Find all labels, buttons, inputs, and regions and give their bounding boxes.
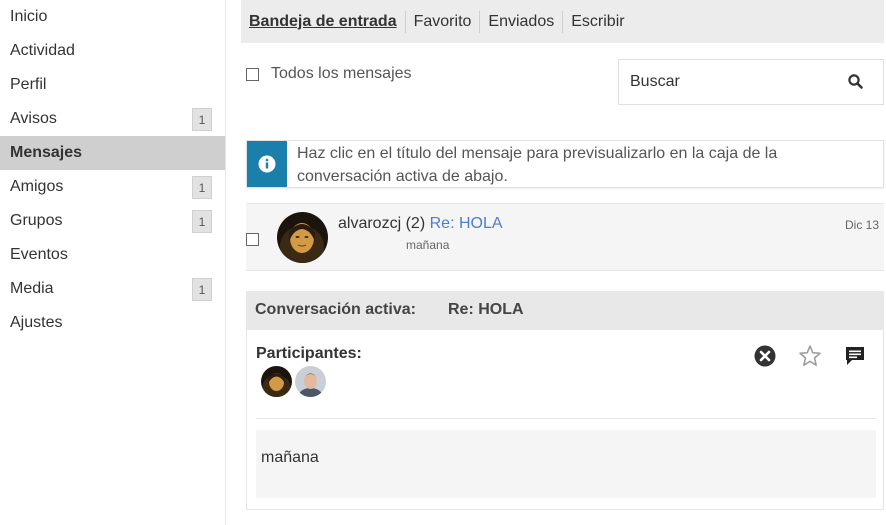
sender-avatar[interactable]: [277, 212, 328, 263]
sidebar-item-amigos[interactable]: Amigos 1: [0, 170, 225, 204]
sidebar-item-label: Ajustes: [10, 314, 63, 331]
sidebar-item-mensajes[interactable]: Mensajes: [0, 136, 225, 170]
count-badge: 1: [192, 210, 212, 233]
message-date: Dic 13: [844, 218, 879, 232]
tab-favorites[interactable]: Favorito: [406, 10, 481, 33]
sidebar-item-label: Avisos: [10, 110, 57, 127]
count-badge: 1: [192, 108, 212, 131]
count-badge: 1: [192, 278, 212, 301]
message-checkbox[interactable]: [246, 233, 259, 246]
active-conversation-header: Conversación activa: Re: HOLA: [246, 291, 884, 330]
sidebar-item-perfil[interactable]: Perfil: [0, 68, 225, 102]
sidebar-item-actividad[interactable]: Actividad: [0, 34, 225, 68]
active-conversation-label: Conversación activa:: [255, 301, 416, 318]
search-icon[interactable]: [847, 73, 865, 91]
sidebar-item-label: Mensajes: [10, 144, 83, 161]
info-bar: [247, 141, 287, 187]
sidebar-item-label: Perfil: [10, 76, 47, 93]
select-all: Todos los mensajes: [246, 65, 412, 83]
sidebar-item-ajustes[interactable]: Ajustes: [0, 306, 225, 340]
sidebar-item-label: Eventos: [10, 246, 68, 263]
select-all-label: Todos los mensajes: [271, 65, 412, 82]
active-conversation: Participantes: mañana: [246, 330, 884, 510]
sidebar-item-label: Media: [10, 280, 54, 297]
sender-name[interactable]: alvarozcj: [338, 215, 401, 232]
search-box: [618, 59, 884, 105]
delete-icon[interactable]: [753, 344, 777, 368]
sidebar-item-label: Inicio: [10, 8, 48, 25]
message-excerpt: mañana: [406, 238, 450, 252]
sidebar-item-grupos[interactable]: Grupos 1: [0, 204, 225, 238]
message-count: (2): [405, 215, 426, 232]
info-text: Haz clic en el título del mensaje para p…: [297, 145, 778, 185]
sidebar-item-label: Amigos: [10, 178, 64, 195]
star-icon[interactable]: [798, 344, 822, 368]
message-tabs: Bandeja de entrada Favorito Enviados Esc…: [241, 0, 884, 43]
search-input[interactable]: [619, 60, 839, 104]
sidebar-item-inicio[interactable]: Inicio: [0, 0, 225, 34]
info-notice: Haz clic en el título del mensaje para p…: [246, 140, 884, 188]
active-conversation-subject: Re: HOLA: [448, 301, 524, 318]
tab-sent[interactable]: Enviados: [480, 10, 564, 33]
tab-compose[interactable]: Escribir: [563, 11, 632, 33]
sidebar-item-avisos[interactable]: Avisos 1: [0, 102, 225, 136]
sidebar-item-eventos[interactable]: Eventos: [0, 238, 225, 272]
message-row[interactable]: alvarozcj (2) Re: HOLA mañana Dic 13: [246, 203, 884, 271]
conversation-actions: [732, 344, 867, 368]
conversation-message-body: mañana: [256, 430, 876, 498]
participant-avatar[interactable]: [261, 366, 292, 397]
sidebar: Inicio Actividad Perfil Avisos 1 Mensajes…: [0, 0, 226, 525]
sidebar-item-label: Grupos: [10, 212, 63, 229]
select-all-checkbox[interactable]: [246, 67, 259, 81]
tab-inbox[interactable]: Bandeja de entrada: [249, 10, 406, 33]
info-icon: [258, 155, 276, 173]
sidebar-item-label: Actividad: [10, 42, 75, 59]
message-subject-link[interactable]: Re: HOLA: [430, 215, 503, 232]
divider: [256, 418, 876, 419]
reply-icon[interactable]: [843, 344, 867, 368]
count-badge: 1: [192, 176, 212, 199]
participant-avatar[interactable]: [295, 366, 326, 397]
sidebar-item-media[interactable]: Media 1: [0, 272, 225, 306]
participants-label: Participantes:: [256, 345, 362, 362]
message-header: alvarozcj (2) Re: HOLA: [338, 215, 503, 233]
